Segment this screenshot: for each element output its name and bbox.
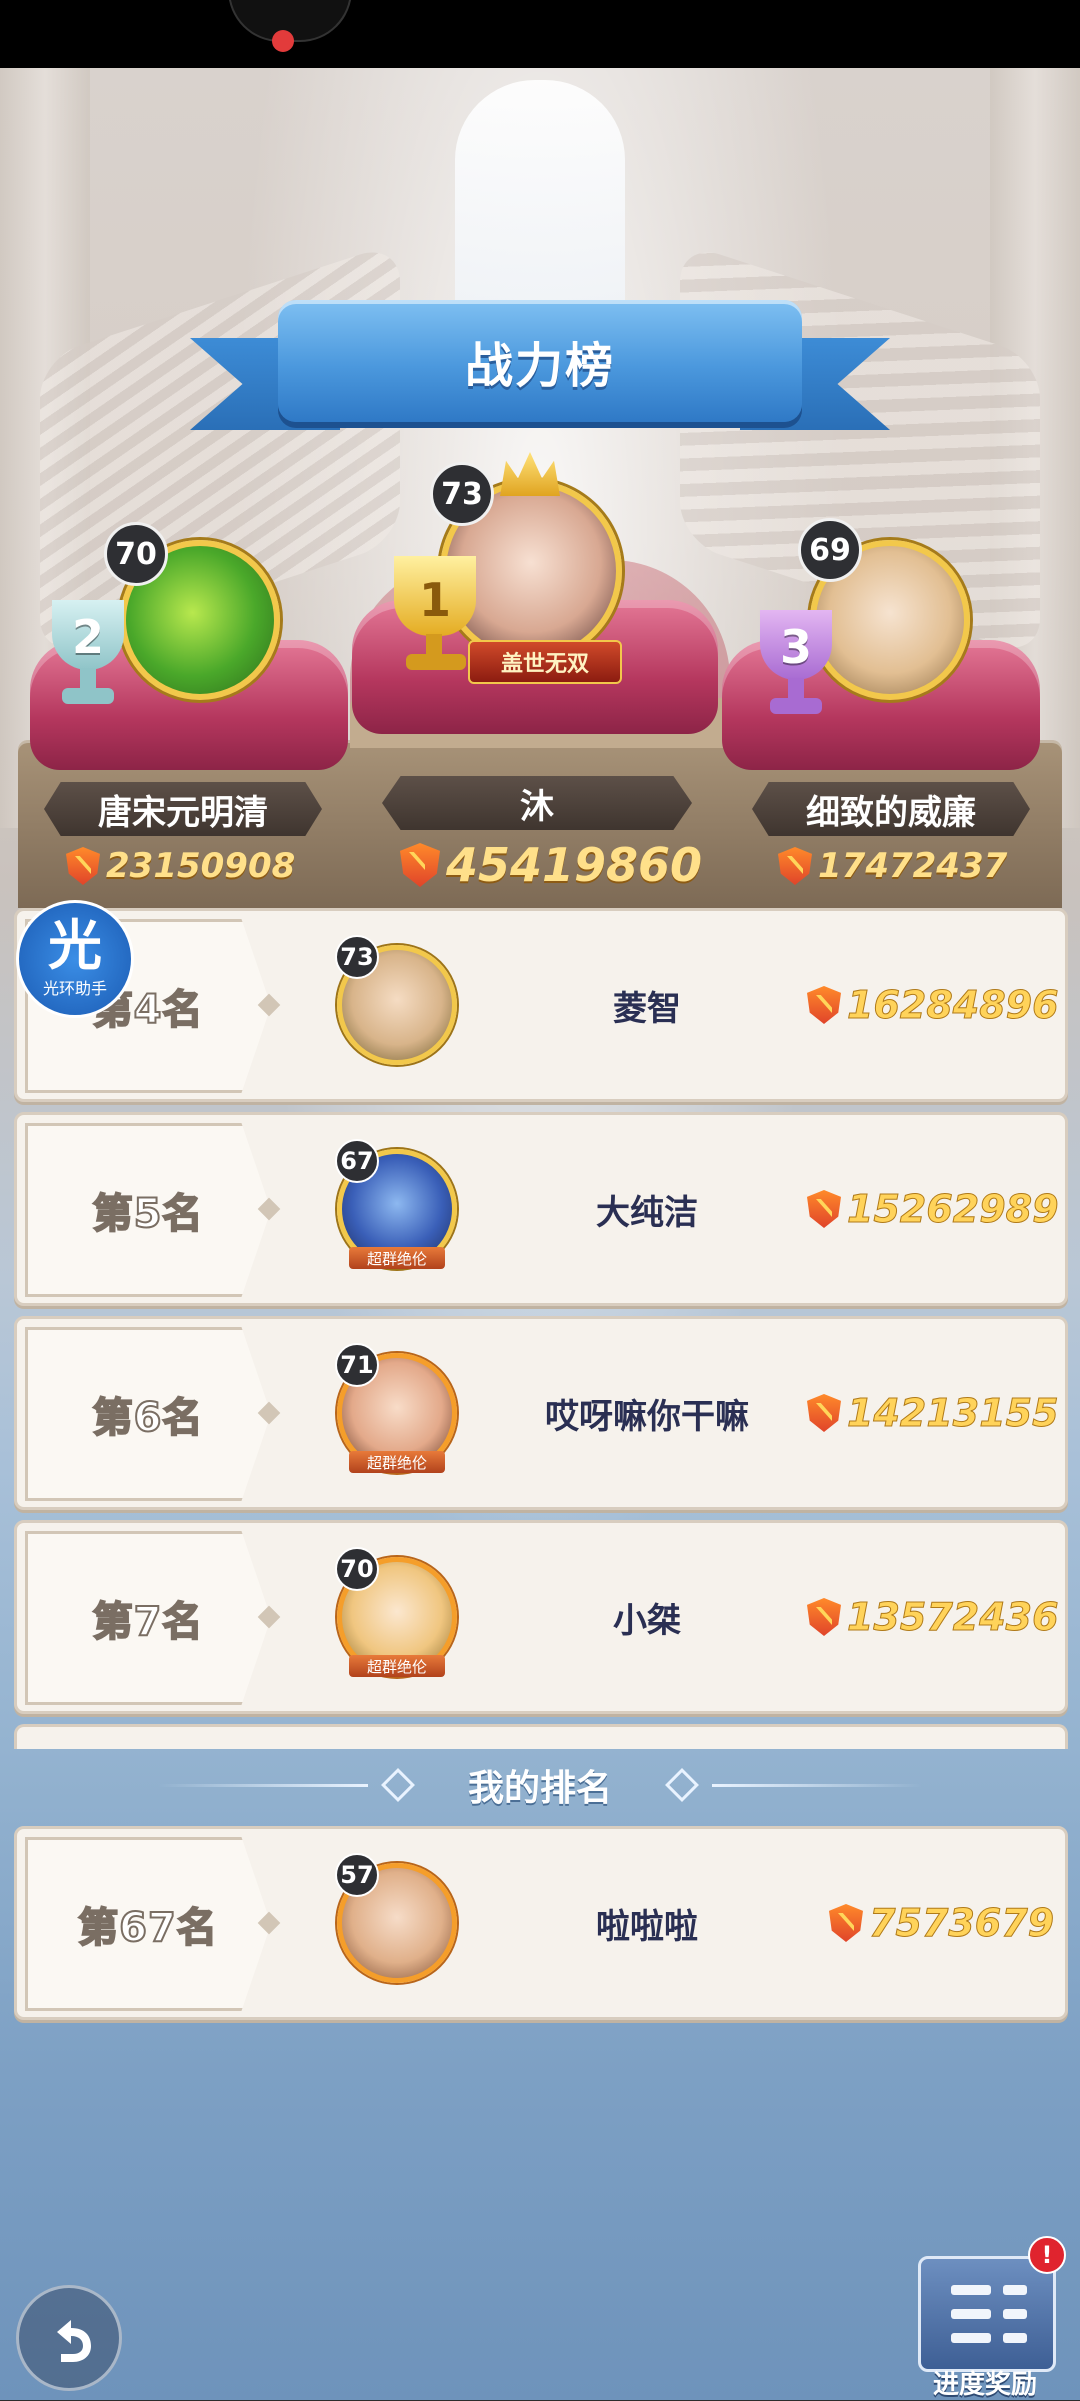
name-plate-third: 细致的威廉 (752, 782, 1030, 836)
rank-row-partial[interactable] (14, 1724, 1068, 1749)
title-tag-first: 盖世无双 (468, 640, 622, 684)
power-shield-icon (807, 1190, 841, 1228)
reward-board-icon (918, 2256, 1056, 2372)
rank-row-7[interactable]: 第7名 70 超群绝伦 小桀 13572436 (14, 1520, 1068, 1714)
progress-reward-button[interactable]: ! 进度奖励 (910, 2236, 1066, 2400)
my-rank-label: 我的排名 (467, 1768, 612, 1809)
level-badge: 67 (335, 1139, 379, 1183)
power-value: 14213155 (807, 1319, 1059, 1507)
player-name: 啦啦啦 (596, 1906, 698, 1947)
title-ribbon: 超群绝伦 (349, 1655, 445, 1677)
power-shield-icon (807, 986, 841, 1024)
progress-reward-label: 进度奖励 (932, 2370, 1037, 2400)
power-value: 16284896 (807, 911, 1059, 1099)
power-shield-icon (66, 847, 100, 885)
power-shield-icon (807, 1598, 841, 1636)
status-bar (0, 0, 1080, 68)
rank-tag: 第6名 (25, 1327, 271, 1501)
rank-tag: 第67名 (25, 1837, 271, 2011)
title-ribbon: 超群绝伦 (349, 1247, 445, 1269)
divider-diamond-icon (381, 1768, 415, 1802)
level-badge: 70 (335, 1547, 379, 1591)
alert-badge: ! (1028, 2236, 1066, 2274)
power-value: 7573679 (829, 1829, 1055, 2017)
rank-row-6[interactable]: 第6名 71 超群绝伦 哎呀嘛你干嘛 14213155 (14, 1316, 1068, 1510)
my-rank-row[interactable]: 第67名 57 啦啦啦 7573679 (14, 1826, 1068, 2020)
level-badge: 73 (335, 935, 379, 979)
level-badge-third: 69 (798, 518, 862, 582)
name-plate-first: 沐 (382, 776, 692, 830)
level-badge: 57 (335, 1853, 379, 1897)
title-ribbon: 超群绝伦 (349, 1451, 445, 1473)
rank-tag: 第5名 (25, 1123, 271, 1297)
rank-row-4[interactable]: 第4名 73 菱智 16284896 (14, 908, 1068, 1102)
power-shield-icon (400, 843, 440, 887)
power-value: 15262989 (807, 1115, 1059, 1303)
helper-floating-button[interactable]: 光 光环助手 (16, 900, 134, 1018)
back-arrow-icon (57, 2320, 91, 2362)
helper-label: 光环助手 (42, 979, 107, 998)
leaderboard-title-banner: 战力榜 (278, 300, 802, 422)
name-plate-second: 唐宋元明清 (44, 782, 322, 836)
level-badge-first: 73 (430, 462, 494, 526)
power-value: 13572436 (807, 1523, 1059, 1711)
level-badge: 71 (335, 1343, 379, 1387)
power-second: 23150908 (66, 846, 295, 886)
power-shield-icon (807, 1394, 841, 1432)
power-shield-icon (778, 847, 812, 885)
recording-dot-icon (272, 30, 294, 52)
divider-line (157, 1783, 368, 1787)
player-name: 哎呀嘛你干嘛 (545, 1396, 749, 1437)
purple-trophy-icon: 3 (748, 610, 844, 720)
divider-line (712, 1783, 922, 1787)
power-shield-icon (829, 1904, 863, 1942)
divider-diamond-icon (665, 1768, 699, 1802)
page-title: 战力榜 (464, 338, 615, 394)
rank-row-5[interactable]: 第5名 67 超群绝伦 大纯洁 15262989 (14, 1112, 1068, 1306)
back-button[interactable] (16, 2285, 122, 2391)
player-name: 菱智 (613, 988, 681, 1029)
power-third: 17472437 (778, 846, 1007, 886)
power-first: 45419860 (400, 838, 702, 892)
player-name: 大纯洁 (596, 1192, 698, 1233)
player-name: 小桀 (613, 1600, 681, 1641)
level-badge-second: 70 (104, 522, 168, 586)
rank-tag: 第7名 (25, 1531, 271, 1705)
my-rank-divider: 我的排名 (0, 1750, 1080, 1820)
silver-trophy-icon: 2 (40, 600, 136, 710)
helper-glyph: 光 (48, 914, 102, 977)
